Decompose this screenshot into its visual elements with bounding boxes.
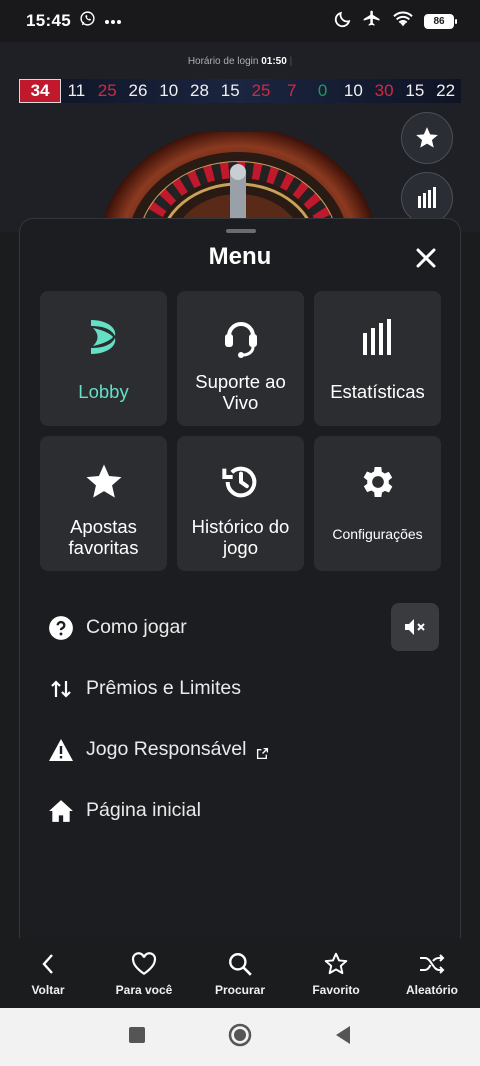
lobby-logo-icon	[82, 315, 126, 359]
link-home-page-label: Página inicial	[86, 799, 201, 821]
nav-for-you-label: Para você	[115, 982, 173, 997]
bottom-navigation: Voltar Para você Procurar Favorito Aleat…	[0, 938, 480, 1008]
back-system-button[interactable]	[334, 1025, 352, 1050]
swap-arrows-icon	[48, 676, 74, 702]
moon-icon	[334, 10, 352, 33]
favorite-bets-side-button[interactable]	[401, 112, 453, 164]
menu-links: Como jogar Prêmios e Limites Jogo Respon…	[48, 597, 270, 841]
link-prizes-limits[interactable]: Prêmios e Limites	[48, 658, 270, 719]
nav-favorite-button[interactable]: Favorito	[291, 950, 381, 997]
tile-settings-label: Configurações	[332, 526, 423, 542]
nav-favorite-label: Favorito	[312, 982, 360, 997]
recent-number: 22	[436, 81, 456, 100]
menu-grid: Lobby Suporte ao Vivo Estatísticas Apost…	[40, 291, 441, 571]
login-time: Horário de login 01:50 |	[187, 56, 293, 67]
recent-number: 26	[128, 81, 148, 100]
sound-mute-button[interactable]	[391, 603, 439, 651]
gear-icon	[356, 460, 400, 504]
search-icon	[226, 950, 254, 978]
tile-statistics-label: Estatísticas	[330, 381, 425, 402]
link-responsible-gaming[interactable]: Jogo Responsável	[48, 719, 270, 780]
statistics-side-button[interactable]	[401, 172, 453, 224]
link-how-to-play-label: Como jogar	[86, 616, 187, 638]
warning-icon	[48, 737, 74, 763]
recent-number: 15	[220, 81, 240, 100]
tile-game-history-label: Histórico do jogo	[191, 516, 290, 558]
close-button[interactable]	[414, 246, 438, 270]
tile-favorite-bets[interactable]: Apostas favoritas	[40, 436, 167, 571]
tile-statistics[interactable]: Estatísticas	[314, 291, 441, 426]
recent-number: 10	[159, 81, 179, 100]
recent-number: 34	[19, 79, 62, 103]
recents-button[interactable]	[128, 1026, 146, 1049]
more-icon	[104, 12, 122, 30]
tile-live-support-label: Suporte ao Vivo	[195, 371, 286, 413]
nav-back-label: Voltar	[31, 982, 65, 997]
headset-icon	[219, 315, 263, 359]
system-navigation-bar	[0, 1008, 480, 1066]
recent-number: 28	[190, 81, 209, 100]
sheet-drag-handle[interactable]	[226, 229, 256, 233]
close-icon	[416, 248, 436, 268]
tile-settings[interactable]: Configurações	[314, 436, 441, 571]
menu-sheet: Menu Lobby Suporte ao Vivo Estatísticas	[19, 218, 461, 938]
tile-lobby[interactable]: Lobby	[40, 291, 167, 426]
home-system-button[interactable]	[228, 1023, 252, 1052]
wifi-icon	[392, 10, 414, 33]
status-time: 15:45	[26, 11, 71, 30]
recent-number: 15	[405, 81, 425, 100]
status-bar: 15:45 86	[0, 0, 480, 42]
tile-lobby-label: Lobby	[78, 381, 129, 402]
home-icon	[48, 798, 74, 824]
link-home-page[interactable]: Página inicial	[48, 780, 270, 841]
roulette-game-view: Horário de login 01:50 | 34 11 25 26 10 28 15 2…	[0, 42, 480, 232]
tile-favorite-bets-label: Apostas favoritas	[68, 516, 139, 558]
external-link-icon	[256, 743, 270, 759]
recent-numbers-strip: 34 11 25 26 10 28 15 25 7 0 10 30 15 22	[19, 79, 461, 103]
airplane-icon	[362, 9, 382, 34]
muted-speaker-icon	[405, 619, 425, 635]
tile-game-history[interactable]: Histórico do jogo	[177, 436, 304, 571]
roulette-wheel	[98, 127, 378, 232]
link-how-to-play[interactable]: Como jogar	[48, 597, 270, 658]
tile-live-support[interactable]: Suporte ao Vivo	[177, 291, 304, 426]
link-prizes-limits-label: Prêmios e Limites	[86, 677, 241, 699]
battery-icon: 86	[424, 13, 457, 29]
recent-number: 25	[251, 81, 271, 100]
star-icon	[82, 460, 126, 504]
heart-icon	[130, 950, 158, 978]
back-icon	[34, 950, 62, 978]
recent-number: 11	[67, 81, 86, 100]
nav-random-button[interactable]: Aleatório	[387, 950, 477, 997]
recent-number: 7	[287, 81, 297, 100]
recent-number: 25	[97, 81, 117, 100]
nav-back-button[interactable]: Voltar	[3, 950, 93, 997]
whatsapp-icon	[79, 10, 96, 32]
nav-search-button[interactable]: Procurar	[195, 950, 285, 997]
menu-title: Menu	[208, 243, 272, 270]
nav-random-label: Aleatório	[405, 982, 458, 997]
recent-number: 30	[374, 81, 394, 100]
nav-search-label: Procurar	[214, 982, 266, 997]
link-responsible-gaming-label: Jogo Responsável	[86, 738, 247, 760]
shuffle-icon	[418, 950, 446, 978]
recent-number: 0	[317, 81, 328, 100]
help-icon	[48, 615, 74, 641]
recent-number: 10	[343, 81, 363, 100]
history-icon	[219, 460, 263, 504]
statistics-icon	[356, 315, 400, 359]
nav-for-you-button[interactable]: Para você	[99, 950, 189, 997]
star-outline-icon	[322, 950, 350, 978]
